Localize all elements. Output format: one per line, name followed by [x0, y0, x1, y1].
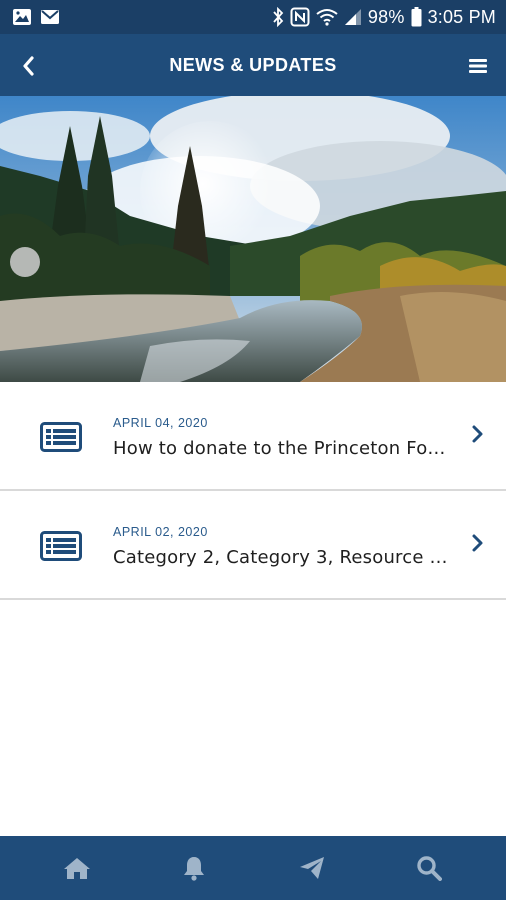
hero-image [0, 96, 506, 382]
newspaper-icon [40, 531, 82, 561]
home-icon [63, 858, 90, 879]
nfc-icon [290, 7, 310, 27]
search-icon [417, 856, 443, 881]
status-right: 98% 3:05 PM [272, 7, 496, 28]
news-title: How to donate to the Princeton Fo… [113, 438, 446, 459]
battery-icon [411, 7, 422, 27]
back-chevron-icon [23, 56, 34, 76]
bell-icon [184, 857, 205, 881]
send-icon [299, 857, 324, 879]
news-date: APRIL 02, 2020 [113, 525, 208, 539]
mail-icon [40, 9, 60, 25]
bluetooth-icon [272, 7, 284, 27]
nav-home[interactable] [47, 843, 107, 893]
clock: 3:05 PM [427, 6, 496, 27]
nav-send[interactable] [282, 843, 342, 893]
image-icon [12, 8, 32, 26]
news-list: APRIL 04, 2020 How to donate to the Prin… [0, 382, 506, 600]
signal-icon [344, 8, 362, 26]
newspaper-icon [40, 422, 82, 452]
nav-notifications[interactable] [164, 843, 224, 893]
news-date: APRIL 04, 2020 [113, 416, 208, 430]
hamburger-menu-icon [469, 59, 487, 73]
landscape-photo [0, 96, 506, 382]
status-left [12, 8, 60, 26]
chevron-right-icon [472, 534, 483, 552]
battery-percent: 98% [367, 6, 405, 27]
wifi-icon [316, 8, 338, 26]
menu-button[interactable] [464, 52, 492, 80]
news-item[interactable]: APRIL 02, 2020 Category 2, Category 3, R… [0, 491, 506, 600]
news-title: Category 2, Category 3, Resource O… [113, 547, 448, 568]
news-item[interactable]: APRIL 04, 2020 How to donate to the Prin… [0, 382, 506, 491]
nav-search[interactable] [399, 843, 459, 893]
bottom-nav [0, 836, 506, 900]
app-header: NEWS & UPDATES [0, 34, 506, 96]
back-button[interactable] [14, 52, 42, 80]
chevron-right-icon [472, 425, 483, 443]
page-title: NEWS & UPDATES [169, 54, 337, 75]
status-bar: 98% 3:05 PM [0, 0, 506, 34]
